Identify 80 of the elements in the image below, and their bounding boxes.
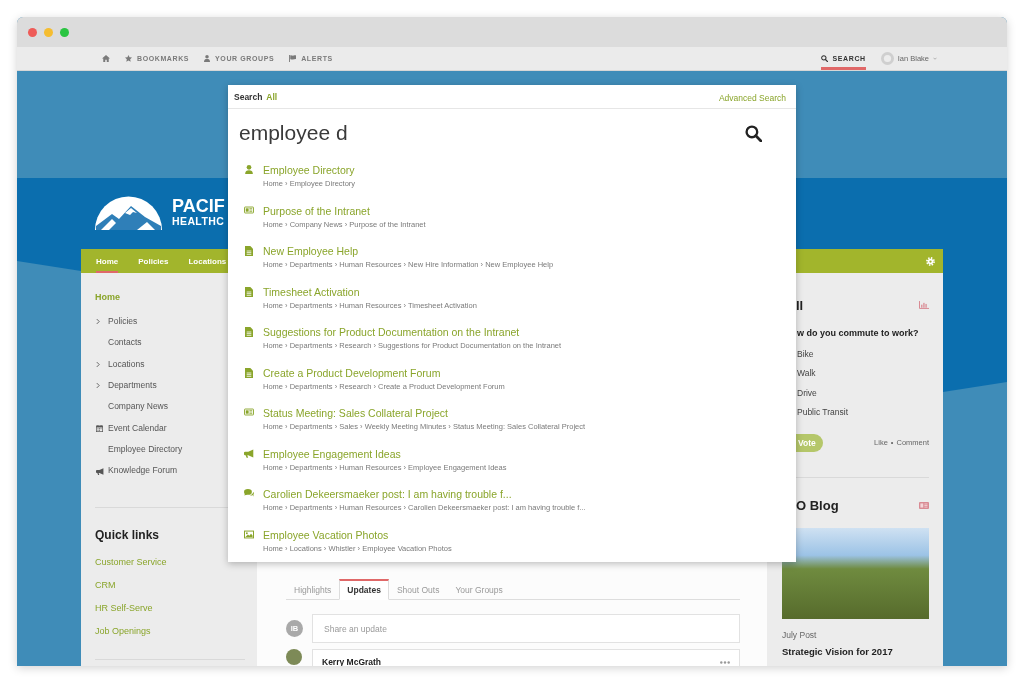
share-update-field[interactable]: Share an update [312,614,740,643]
result-title-link[interactable]: Status Meeting: Sales Collateral Project [263,406,448,420]
minimize-window-button[interactable] [44,27,53,37]
scope-link[interactable]: All [266,91,278,102]
feed-tab[interactable]: Updates [339,579,389,600]
main-nav-link[interactable]: Locations [188,249,227,273]
result-title-link[interactable]: Purpose of the Intranet [263,203,370,218]
megaphone-icon [244,448,254,458]
poll-option[interactable]: Drive [797,383,817,403]
poll-option[interactable]: Bike [797,345,814,365]
quick-link[interactable]: Customer Service [95,551,167,575]
document-icon [245,367,253,378]
result-title-link[interactable]: New Employee Help [263,244,359,258]
result-title-link[interactable]: Suggestions for Product Documentation on the Intranet [263,325,520,339]
sidebar-link[interactable]: Home [95,287,120,309]
calendar-icon [96,424,103,432]
search-icon [820,55,828,62]
result-title-link[interactable]: Employee Directory [263,163,355,177]
poll-question: w do you commute to work? [797,327,920,339]
avatar-placeholder [286,649,302,665]
advanced-search-link[interactable]: Advanced Search [718,90,786,103]
poll-option[interactable]: Public Transit [797,402,849,423]
person-icon [204,55,211,62]
vote-button[interactable]: Vote [796,433,823,452]
quick-links-heading: Quick links [95,526,160,543]
quick-link[interactable]: CRM [95,574,116,598]
result-title-link[interactable]: Employee Vacation Photos [263,527,389,542]
chat-bubbles-icon [244,489,254,497]
sidebar-link[interactable]: Event Calendar [95,417,167,440]
result-title-link[interactable]: Create a Product Development Forum [263,365,441,380]
chevron-right-icon [96,318,100,326]
more-options-icon[interactable] [720,660,730,664]
sidebar-link[interactable]: Knowledge Forum [95,460,177,482]
poll-option[interactable]: Walk [797,364,816,384]
newspaper-icon [244,205,254,214]
chevron-right-icon [96,382,100,390]
feed-tab[interactable]: Your Groups [447,579,511,600]
quick-link[interactable]: HR Self-Serve [95,597,153,621]
newspaper-icon [244,408,254,416]
flag-icon [289,55,297,62]
result-title-link[interactable]: Timesheet Activation [263,284,360,299]
sidebar-link[interactable]: Contacts [95,332,142,354]
logo-subtitle: HEALTHC [172,215,225,227]
post-label: July Post [782,630,818,642]
person-icon [245,165,253,174]
result-title-link[interactable]: Employee Engagement Ideas [263,446,401,461]
quick-link[interactable]: Job Openings [95,620,151,644]
maximize-window-button[interactable] [60,27,69,37]
settings-icon[interactable] [926,256,935,266]
mountain-logo-icon [95,195,162,230]
logo-wordmark: PACIF [172,198,225,215]
sidebar-link[interactable]: Policies [95,311,138,333]
sidebar-link[interactable]: Departments [95,375,157,397]
main-nav-link[interactable]: Policies [138,249,169,273]
chevron-right-icon [96,360,100,368]
poll-heading: ll [796,297,804,313]
avatar-icon [880,52,894,65]
star-icon [125,55,132,62]
search-field[interactable]: employee d [239,118,735,148]
bar-chart-icon[interactable] [919,301,929,309]
blog-post-title[interactable]: Strategic Vision for 2017 [782,645,929,658]
sidebar-link[interactable]: Employee Directory [95,439,183,461]
feed-tab[interactable]: Highlights [286,579,340,600]
image-icon [244,529,254,539]
search-icon[interactable] [745,124,762,142]
document-icon [245,327,253,337]
search-label: Search [234,91,263,102]
document-icon [245,246,253,256]
feed-tab[interactable]: Shout Outs [388,579,448,600]
close-window-button[interactable] [28,27,37,37]
home-icon [102,55,110,62]
newspaper-icon[interactable] [919,502,929,510]
sidebar-link[interactable]: Company News [95,396,168,418]
caret-icon [933,57,937,60]
sidebar-link[interactable]: Locations [95,353,145,376]
megaphone-icon [96,467,104,475]
blog-heading: O Blog [796,498,839,514]
result-title-link[interactable]: Carolien Dekeersmaeker post: I am having trouble f... [263,487,512,501]
post-author: Kerry McGrath [322,657,382,666]
document-icon [245,286,253,297]
